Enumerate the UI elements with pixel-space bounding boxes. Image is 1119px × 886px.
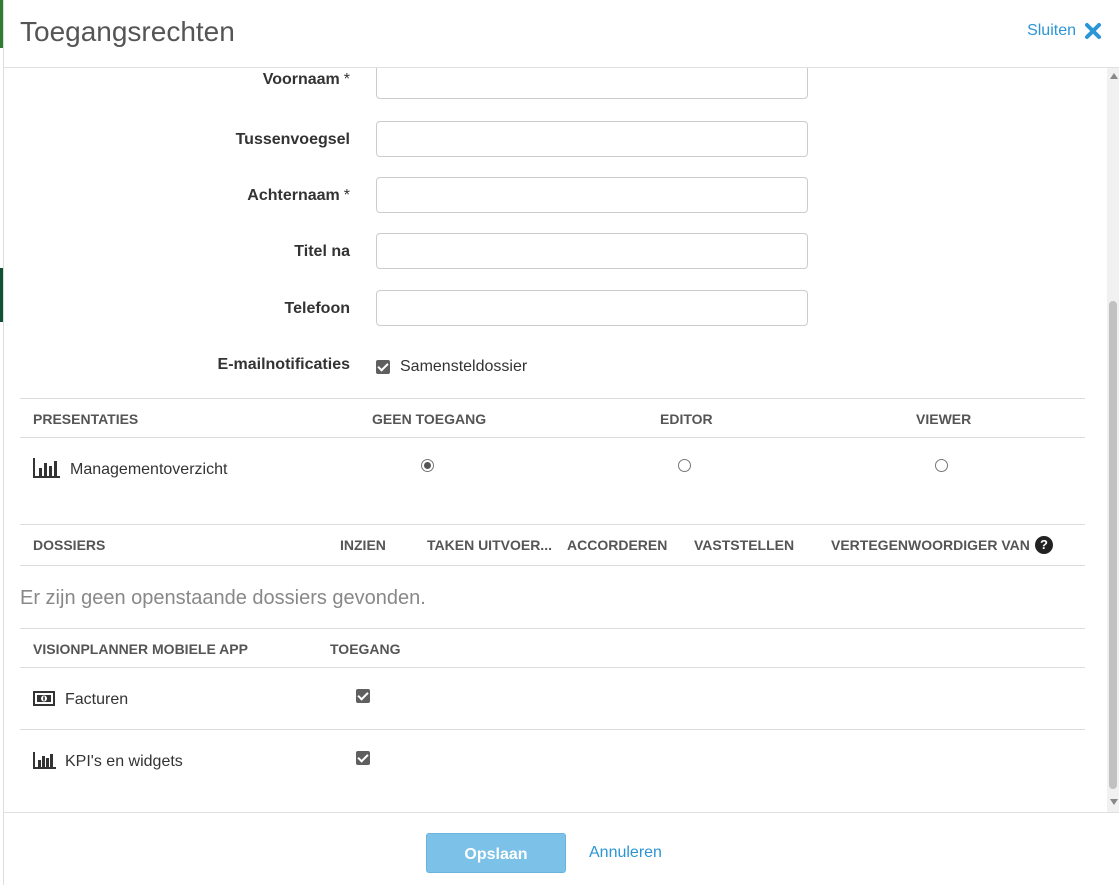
divider	[20, 628, 1085, 629]
titel-na-label: Titel na	[294, 243, 350, 260]
divider	[20, 729, 1085, 730]
samensteldossier-label: Samensteldossier	[400, 358, 528, 375]
form-row-titel-na: Titel na	[4, 233, 1107, 271]
scroll-up-arrow-icon[interactable]	[1110, 73, 1118, 79]
viewer-header: VIEWER	[916, 411, 972, 427]
kpis-widgets-label: KPI's en widgets	[65, 753, 183, 770]
editor-radio[interactable]	[678, 459, 691, 472]
divider	[20, 437, 1085, 438]
close-label: Sluiten	[1027, 22, 1076, 39]
tussenvoegsel-input[interactable]	[376, 121, 808, 157]
close-x-icon	[1085, 23, 1101, 39]
save-button[interactable]: Opslaan	[426, 833, 566, 873]
scroll-thumb[interactable]	[1109, 301, 1117, 789]
telefoon-input[interactable]	[376, 290, 808, 326]
accorderen-header: ACCORDEREN	[567, 537, 668, 553]
modal-title: Toegangsrechten	[20, 16, 235, 47]
vaststellen-header: VASTSTELLEN	[694, 537, 795, 553]
voornaam-input[interactable]	[376, 68, 808, 99]
form-row-telefoon: Telefoon	[4, 290, 1107, 328]
email-notificaties-label: E-mailnotificaties	[217, 356, 350, 373]
form-row-voornaam: Voornaam *	[4, 68, 1107, 103]
viewer-radio[interactable]	[935, 459, 948, 472]
editor-header: EDITOR	[660, 411, 713, 427]
form-row-email-notificaties: E-mailnotificaties Samensteldossier	[4, 346, 1107, 384]
titel-na-input[interactable]	[376, 233, 808, 269]
cancel-link[interactable]: Annuleren	[589, 844, 662, 862]
inzien-header: INZIEN	[340, 537, 386, 553]
toegang-header: TOEGANG	[330, 641, 401, 657]
modal-header: Toegangsrechten Sluiten	[4, 0, 1119, 68]
form-row-achternaam: Achternaam *	[4, 177, 1107, 215]
managementoverzicht-label: Managementoverzicht	[70, 461, 228, 478]
divider	[20, 565, 1085, 566]
form-row-tussenvoegsel: Tussenvoegsel	[4, 121, 1107, 159]
presentaties-header: PRESENTATIES	[33, 411, 139, 427]
taken-uitvoeren-header: TAKEN UITVOER...	[427, 537, 552, 553]
close-button[interactable]: Sluiten	[1027, 22, 1102, 40]
samensteldossier-checkbox[interactable]	[376, 360, 390, 374]
tussenvoegsel-label: Tussenvoegsel	[235, 131, 350, 148]
question-circle-icon[interactable]: ?	[1035, 536, 1053, 554]
telefoon-label: Telefoon	[284, 300, 350, 317]
voornaam-label: Voornaam *	[262, 71, 350, 88]
vertical-scrollbar[interactable]	[1107, 68, 1119, 812]
modal-footer: Opslaan Annuleren	[4, 812, 1119, 886]
facturen-access-checkbox[interactable]	[356, 689, 370, 703]
dossiers-header: DOSSIERS	[33, 537, 106, 553]
empty-dossiers-message: Er zijn geen openstaande dossiers gevond…	[20, 587, 426, 609]
achternaam-label: Achternaam *	[247, 187, 350, 204]
achternaam-input[interactable]	[376, 177, 808, 213]
geen-toegang-header: GEEN TOEGANG	[372, 411, 487, 427]
vertegenwoordiger-van-header: VERTEGENWOORDIGER VAN	[831, 537, 1030, 553]
kpis-widgets-access-checkbox[interactable]	[356, 751, 370, 765]
samensteldossier-option[interactable]: Samensteldossier	[376, 358, 527, 376]
bar-chart-icon	[33, 752, 56, 769]
bar-chart-icon	[33, 458, 60, 478]
divider	[20, 398, 1085, 399]
divider	[20, 667, 1085, 668]
divider	[20, 524, 1085, 525]
scroll-down-arrow-icon[interactable]	[1110, 799, 1118, 805]
geen-toegang-radio[interactable]	[421, 459, 434, 472]
money-bill-icon	[33, 691, 55, 706]
mobiele-app-header: VISIONPLANNER MOBIELE APP	[33, 641, 248, 657]
modal-body: Voornaam * Tussenvoegsel Achternaam * Tite…	[4, 68, 1107, 812]
facturen-label: Facturen	[65, 691, 129, 708]
